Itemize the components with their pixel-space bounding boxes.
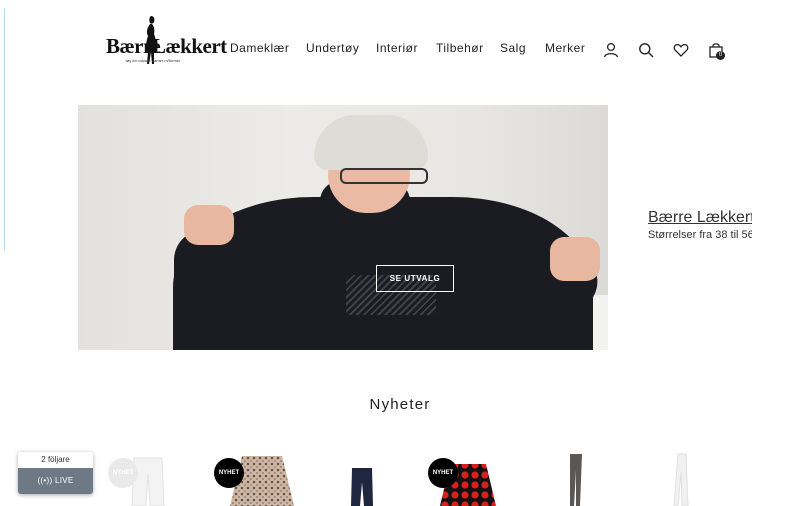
cart-button[interactable]: 0 — [706, 40, 726, 60]
hero-hair — [314, 115, 428, 170]
live-button[interactable]: ((•)) LIVE — [18, 468, 93, 494]
search-button[interactable] — [636, 40, 656, 60]
product-image-navy-jeans — [351, 468, 373, 506]
wishlist-button[interactable] — [671, 40, 691, 60]
product-card[interactable] — [349, 450, 375, 506]
page-edge-line — [4, 8, 5, 250]
product-image-white-tights — [673, 453, 689, 506]
hero-fist-left — [184, 205, 234, 245]
nav-item-salg[interactable]: Salg — [500, 41, 526, 55]
product-card[interactable] — [562, 450, 590, 506]
product-image-sheer-tights — [570, 454, 582, 506]
next-slide-preview[interactable]: Bærre Lækkert Størrelser fra 38 til 56 — [648, 209, 752, 241]
cart-count-badge: 0 — [716, 51, 725, 60]
hero-glasses — [340, 168, 428, 184]
new-badge: NYHET — [428, 458, 458, 488]
hero-fist-right — [550, 237, 600, 281]
see-selection-button[interactable]: SE UTVALG — [376, 265, 454, 292]
live-widget[interactable]: 2 följare ((•)) LIVE — [18, 452, 93, 494]
nav-item-tilbehor[interactable]: Tilbehør — [436, 41, 484, 55]
followers-count: 2 följare — [18, 452, 93, 468]
account-button[interactable] — [601, 40, 621, 60]
product-card[interactable] — [668, 450, 694, 506]
nav-item-undertoy[interactable]: Undertøy — [306, 41, 359, 55]
new-badge: NYHET — [214, 458, 244, 488]
nav-item-merker[interactable]: Merker — [545, 41, 585, 55]
brand-logo[interactable]: Bærre Lækkert tøy for voksne damer m/for… — [106, 14, 227, 68]
search-icon — [639, 43, 654, 58]
nav-item-interior[interactable]: Interiør — [376, 41, 418, 55]
new-badge: NYHET — [108, 458, 138, 488]
logo-tagline: tøy for voksne damer m/former — [125, 58, 181, 63]
next-slide-title[interactable]: Bærre Lækkert — [648, 209, 752, 227]
nav-item-dameklaer[interactable]: Dameklær — [230, 41, 289, 55]
next-slide-subtitle: Størrelser fra 38 til 56 — [648, 229, 752, 241]
section-title: Nyheter — [369, 396, 431, 413]
broadcast-icon: ((•)) — [37, 476, 53, 485]
hero-banner[interactable]: SE UTVALG — [78, 105, 608, 350]
user-icon — [603, 42, 619, 58]
live-label: LIVE — [54, 476, 74, 485]
heart-icon — [673, 43, 689, 57]
logo-text-right: Lækkert — [152, 34, 227, 58]
